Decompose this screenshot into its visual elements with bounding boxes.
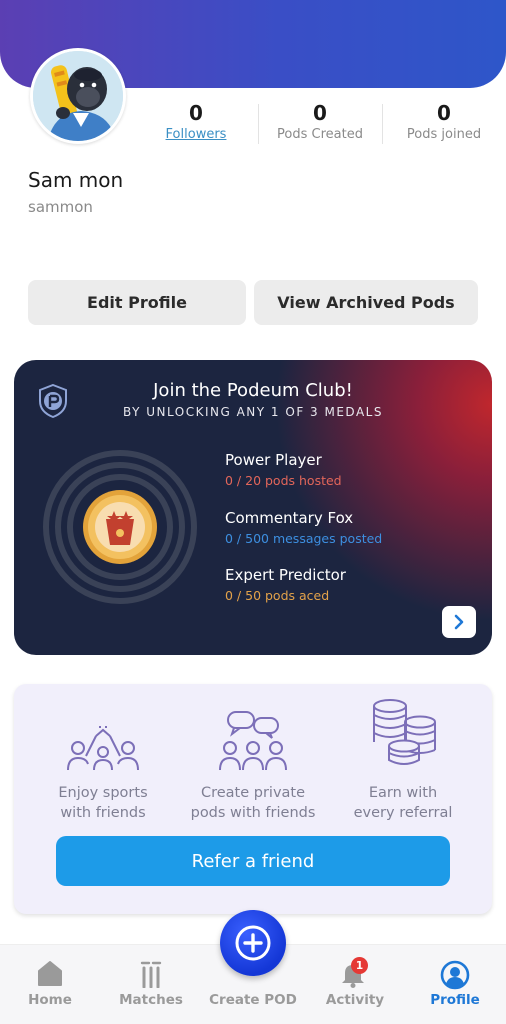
nav-activity-label[interactable]: Activity [300,992,410,1008]
followers-count: 0 [189,101,203,125]
club-subtitle: BY UNLOCKING ANY 1 OF 3 MEDALS [123,405,383,419]
nav-create-pod-label[interactable]: Create POD [198,992,308,1008]
chevron-right-icon [454,614,464,630]
medal-power-player-progress: 0 / 20 pods hosted [225,473,342,488]
refer-a-friend-button[interactable]: Refer a friend [56,836,450,886]
coins-icon [373,699,436,765]
profile-name: Sam mon [28,168,124,192]
nav-matches-label[interactable]: Matches [96,992,206,1008]
feature-create-pods: Create private pods with friends [190,785,316,821]
nav-matches[interactable] [106,960,196,992]
user-profile-icon [440,960,470,990]
home-icon [38,961,62,986]
medal-rings [43,450,197,604]
medal-expert-predictor: Expert Predictor [225,566,346,584]
nav-home-label[interactable]: Home [0,992,105,1008]
view-archived-pods-button[interactable]: View Archived Pods [254,280,478,325]
cricket-stumps-icon [140,961,162,989]
profile-stats: 0 Followers 0 Pods Created 0 Pods joined [134,100,506,148]
profile-screen: 0 Followers 0 Pods Created 0 Pods joined… [0,0,506,1024]
nav-profile[interactable] [410,960,500,994]
pods-created-label: Pods Created [277,127,363,142]
stat-pods-joined: 0 Pods joined [382,100,506,148]
pods-joined-label: Pods joined [406,127,482,142]
medal-commentary-fox: Commentary Fox [225,509,354,527]
medal-commentary-fox-progress: 0 / 500 messages posted [225,531,383,546]
followers-link[interactable]: Followers [134,126,258,144]
nav-home[interactable] [5,960,95,990]
nav-profile-label[interactable]: Profile [400,992,506,1008]
create-pod-button[interactable] [220,910,286,976]
avatar[interactable] [30,48,126,144]
avatar-illustration [33,51,123,141]
club-title: Join the Podeum Club! [153,380,353,401]
stat-pods-created: 0 Pods Created [258,100,382,148]
pods-joined-count: 0 [437,101,451,125]
feature-enjoy-sports: Enjoy sports with friends [58,785,148,821]
medal-expert-predictor-progress: 0 / 50 pods aced [225,588,330,603]
feature-earn-referral: Earn with every referral [353,785,453,821]
stat-followers[interactable]: 0 Followers [134,100,258,148]
edit-profile-button[interactable]: Edit Profile [28,280,246,325]
activity-badge: 1 [351,957,368,974]
plus-circle-icon [235,925,271,961]
high-five-icon [67,726,139,771]
club-next-button[interactable] [442,606,476,638]
group-chat-icon [219,711,287,771]
pods-created-count: 0 [313,101,327,125]
profile-username: sammon [28,198,93,216]
medal-power-player: Power Player [225,451,322,469]
